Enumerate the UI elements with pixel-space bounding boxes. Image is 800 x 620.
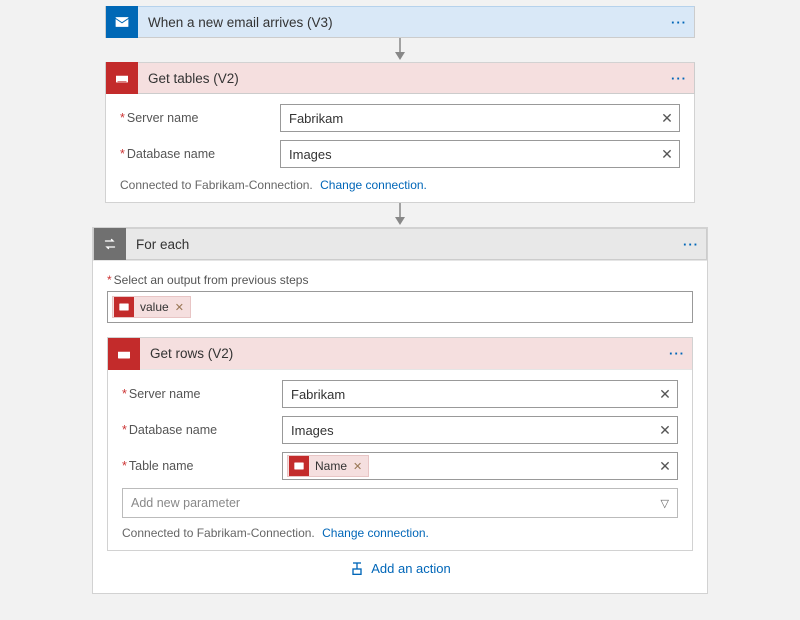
trigger-more-button[interactable]: ··· — [664, 15, 694, 30]
get-rows-step: Get rows (V2) ··· *Server name Fabrikam … — [107, 337, 693, 551]
get-tables-more-button[interactable]: ··· — [664, 71, 694, 86]
token-remove-icon[interactable]: ✕ — [351, 460, 368, 473]
value-token[interactable]: value ✕ — [112, 296, 191, 318]
add-parameter-dropdown[interactable]: Add new parameter ▽ — [122, 488, 678, 518]
arrow-connector — [105, 38, 695, 62]
server-name-label: *Server name — [120, 111, 280, 125]
sql-icon — [106, 62, 138, 94]
arrow-connector — [92, 203, 708, 227]
table-name-label: *Table name — [122, 459, 282, 473]
get-tables-step: Get tables (V2) ··· *Server name Fabrika… — [105, 62, 695, 203]
database-name-input[interactable]: Images ✕ — [280, 140, 680, 168]
for-each-step: For each ··· *Select an output from prev… — [92, 227, 708, 594]
database-name-label: *Database name — [122, 423, 282, 437]
connection-status: Connected to Fabrikam-Connection. Change… — [122, 524, 678, 542]
server-name-input[interactable]: Fabrikam ✕ — [282, 380, 678, 408]
change-connection-link[interactable]: Change connection. — [320, 178, 427, 192]
add-action-button[interactable]: Add an action — [107, 551, 693, 581]
sql-icon — [114, 297, 134, 317]
outlook-icon — [106, 6, 138, 38]
trigger-title: When a new email arrives (V3) — [138, 15, 664, 30]
sql-icon — [289, 456, 309, 476]
get-rows-more-button[interactable]: ··· — [662, 346, 692, 361]
table-name-input[interactable]: Name ✕ ✕ — [282, 452, 678, 480]
output-select-input[interactable]: value ✕ — [107, 291, 693, 323]
chevron-down-icon: ▽ — [661, 497, 669, 510]
get-tables-title: Get tables (V2) — [138, 71, 664, 86]
token-remove-icon[interactable]: ✕ — [173, 301, 190, 314]
output-select-label: *Select an output from previous steps — [107, 273, 693, 287]
clear-icon[interactable]: ✕ — [655, 146, 679, 163]
for-each-title: For each — [126, 237, 676, 252]
name-token[interactable]: Name ✕ — [287, 455, 369, 477]
get-rows-title: Get rows (V2) — [140, 346, 662, 361]
clear-icon[interactable]: ✕ — [653, 458, 677, 475]
for-each-more-button[interactable]: ··· — [676, 237, 706, 252]
database-name-input[interactable]: Images ✕ — [282, 416, 678, 444]
clear-icon[interactable]: ✕ — [655, 110, 679, 127]
change-connection-link[interactable]: Change connection. — [322, 526, 429, 540]
server-name-label: *Server name — [122, 387, 282, 401]
clear-icon[interactable]: ✕ — [653, 422, 677, 439]
database-name-label: *Database name — [120, 147, 280, 161]
trigger-step[interactable]: When a new email arrives (V3) ··· — [105, 6, 695, 38]
sql-icon — [108, 338, 140, 370]
connection-status: Connected to Fabrikam-Connection. Change… — [120, 176, 680, 194]
loop-icon — [94, 228, 126, 260]
server-name-input[interactable]: Fabrikam ✕ — [280, 104, 680, 132]
clear-icon[interactable]: ✕ — [653, 386, 677, 403]
